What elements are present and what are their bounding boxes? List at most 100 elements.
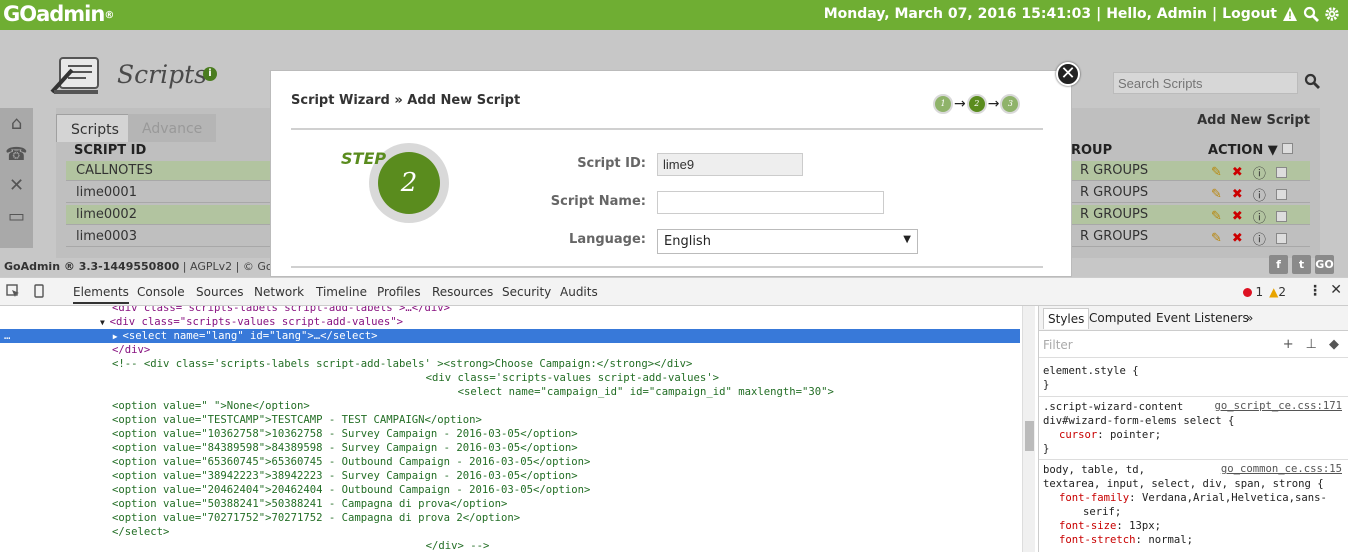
devtools-tab-audits[interactable]: Audits xyxy=(560,285,598,299)
warning-icon[interactable] xyxy=(1282,6,1298,22)
styles-tabs: Styles Computed Event Listeners » xyxy=(1039,306,1348,331)
dom-node-markup: </div> xyxy=(112,344,151,356)
css-value: normal; xyxy=(1148,534,1193,546)
column-header-action[interactable]: ACTION ▼ xyxy=(1208,143,1294,158)
delete-icon[interactable]: ✖ xyxy=(1232,165,1243,180)
css-property: font-size xyxy=(1059,520,1117,532)
info-icon[interactable]: ⓘ xyxy=(1253,163,1266,182)
toggle-element-state-icon[interactable]: ◆ xyxy=(1329,337,1339,352)
search-icon[interactable] xyxy=(1303,6,1319,22)
rule-declaration[interactable]: font-size: 13px; xyxy=(1059,519,1161,533)
language-select[interactable]: English ▼ xyxy=(657,229,918,254)
goautodial-icon[interactable]: GO xyxy=(1315,255,1334,274)
inspect-element-icon[interactable] xyxy=(6,284,20,298)
devtools-tab-elements[interactable]: Elements xyxy=(73,285,129,304)
rule-declaration[interactable]: font-stretch: normal; xyxy=(1059,533,1193,547)
edit-icon[interactable]: ✎ xyxy=(1211,209,1222,224)
rule-element-style[interactable]: element.style { xyxy=(1043,364,1139,378)
script-id-cell[interactable]: lime0003 xyxy=(76,229,137,244)
tab-advance[interactable]: Advance xyxy=(128,114,217,142)
styles-filter-input[interactable]: Filter + ⊥ ◆ xyxy=(1039,332,1348,358)
stylesheet-link[interactable]: go_common_ce.css:15 xyxy=(1221,463,1342,475)
dom-node-text: <option value="38942223">38942223 - Surv… xyxy=(112,469,578,483)
add-new-script-button[interactable]: Add New Script xyxy=(1197,113,1310,128)
phone-icon[interactable]: ☎ xyxy=(0,139,33,170)
rule-selector[interactable]: .script-wizard-content xyxy=(1043,400,1183,414)
logout-link[interactable]: Logout xyxy=(1222,6,1277,22)
tab-overflow-chevron[interactable]: » xyxy=(1246,311,1253,325)
script-id-field[interactable] xyxy=(657,153,803,176)
script-name-label: Script Name: xyxy=(550,194,646,209)
delete-icon[interactable]: ✖ xyxy=(1232,187,1243,202)
info-icon[interactable]: ⓘ xyxy=(1253,185,1266,204)
rule-declaration[interactable]: font-family: Verdana,Arial,Helvetica,san… xyxy=(1059,491,1327,505)
edit-icon[interactable]: ✎ xyxy=(1211,187,1222,202)
error-count[interactable]: 1 xyxy=(1242,285,1263,299)
delete-icon[interactable]: ✖ xyxy=(1232,231,1243,246)
rule-declaration[interactable]: cursor: pointer; xyxy=(1059,428,1161,442)
script-id-cell[interactable]: CALLNOTES xyxy=(76,163,153,178)
warning-count[interactable]: ▲2 xyxy=(1269,285,1286,299)
new-style-rule-icon[interactable]: + xyxy=(1283,337,1294,352)
expand-triangle-icon[interactable]: ▶ xyxy=(113,332,123,341)
search-icon[interactable] xyxy=(1304,73,1320,89)
select-all-checkbox[interactable] xyxy=(1282,143,1294,154)
devtools-tab-timeline[interactable]: Timeline xyxy=(316,285,367,299)
script-id-cell[interactable]: lime0001 xyxy=(76,185,137,200)
rule-selector[interactable]: body, table, td, xyxy=(1043,463,1145,477)
pin-icon[interactable]: ⊥ xyxy=(1306,337,1317,352)
delete-icon[interactable]: ✖ xyxy=(1232,209,1243,224)
scrollbar-thumb[interactable] xyxy=(1025,421,1034,451)
stylesheet-link[interactable]: go_script_ce.css:171 xyxy=(1214,400,1342,412)
row-checkbox[interactable] xyxy=(1275,211,1287,222)
tools-icon[interactable]: ✕ xyxy=(0,170,33,201)
group-cell: R GROUPS xyxy=(1080,207,1149,222)
devtools-tab-console[interactable]: Console xyxy=(137,285,185,299)
rule-selector[interactable]: div#wizard-form-elems select { xyxy=(1043,414,1234,428)
folder-icon[interactable]: ▭ xyxy=(0,201,33,232)
script-id-cell[interactable]: lime0002 xyxy=(76,207,137,222)
top-header: GOadmin® Monday, March 07, 2016 15:41:03… xyxy=(0,0,1348,30)
gear-icon[interactable] xyxy=(1324,6,1340,22)
devtools-tab-profiles[interactable]: Profiles xyxy=(377,285,421,299)
tab-event-listeners[interactable]: Event Listeners xyxy=(1156,311,1249,325)
row-actions: ✎ ✖ ⓘ xyxy=(1211,185,1287,204)
device-mode-icon[interactable] xyxy=(32,284,46,298)
devtools-tab-sources[interactable]: Sources xyxy=(196,285,243,299)
dom-node-text: <!-- <div class='scripts-labels script-a… xyxy=(112,357,692,371)
info-icon[interactable]: ⓘ xyxy=(1253,207,1266,226)
edit-icon[interactable]: ✎ xyxy=(1211,231,1222,246)
devtools-panel: Elements Console Sources Network Timelin… xyxy=(0,277,1348,552)
rule-selector[interactable]: textarea, input, select, div, span, stro… xyxy=(1043,477,1324,491)
devtools-close-icon[interactable]: ✕ xyxy=(1330,282,1342,298)
column-header-script-id[interactable]: SCRIPT ID xyxy=(74,143,146,158)
devtools-more-icon[interactable]: ⋮ xyxy=(1308,283,1322,299)
facebook-icon[interactable]: f xyxy=(1269,255,1288,274)
close-modal-button[interactable]: ✕ xyxy=(1056,62,1080,86)
selected-dom-node[interactable]: … ▶ <select name="lang" id="lang">…</sele… xyxy=(0,329,1020,343)
devtools-tab-resources[interactable]: Resources xyxy=(432,285,493,299)
column-header-group[interactable]: ROUP xyxy=(1071,143,1112,158)
twitter-icon[interactable]: t xyxy=(1292,255,1311,274)
tab-styles[interactable]: Styles xyxy=(1043,308,1090,329)
devtools-issue-counts[interactable]: 1 ▲2 xyxy=(1242,285,1286,299)
goadmin-logo[interactable]: GOadmin® xyxy=(3,2,114,26)
tab-computed[interactable]: Computed xyxy=(1089,311,1151,325)
edit-icon[interactable]: ✎ xyxy=(1211,165,1222,180)
info-icon[interactable]: ⓘ xyxy=(1253,229,1266,248)
node-actions-icon[interactable]: … xyxy=(4,329,10,343)
tab-scripts[interactable]: Scripts xyxy=(56,114,134,142)
search-scripts-input[interactable] xyxy=(1113,72,1298,94)
row-checkbox[interactable] xyxy=(1275,233,1287,244)
collapse-triangle-icon[interactable]: ▼ xyxy=(100,318,110,327)
dom-tree-scrollbar[interactable] xyxy=(1022,306,1035,552)
info-icon[interactable]: i xyxy=(203,67,217,81)
script-name-field[interactable] xyxy=(657,191,884,214)
devtools-tab-security[interactable]: Security xyxy=(502,285,551,299)
home-icon[interactable]: ⌂ xyxy=(0,108,33,139)
row-checkbox[interactable] xyxy=(1275,167,1287,178)
elements-dom-tree[interactable]: <div class="scripts-labels script-add-la… xyxy=(0,306,1022,552)
devtools-tab-network[interactable]: Network xyxy=(254,285,304,299)
divider xyxy=(291,266,1043,268)
row-checkbox[interactable] xyxy=(1275,189,1287,200)
